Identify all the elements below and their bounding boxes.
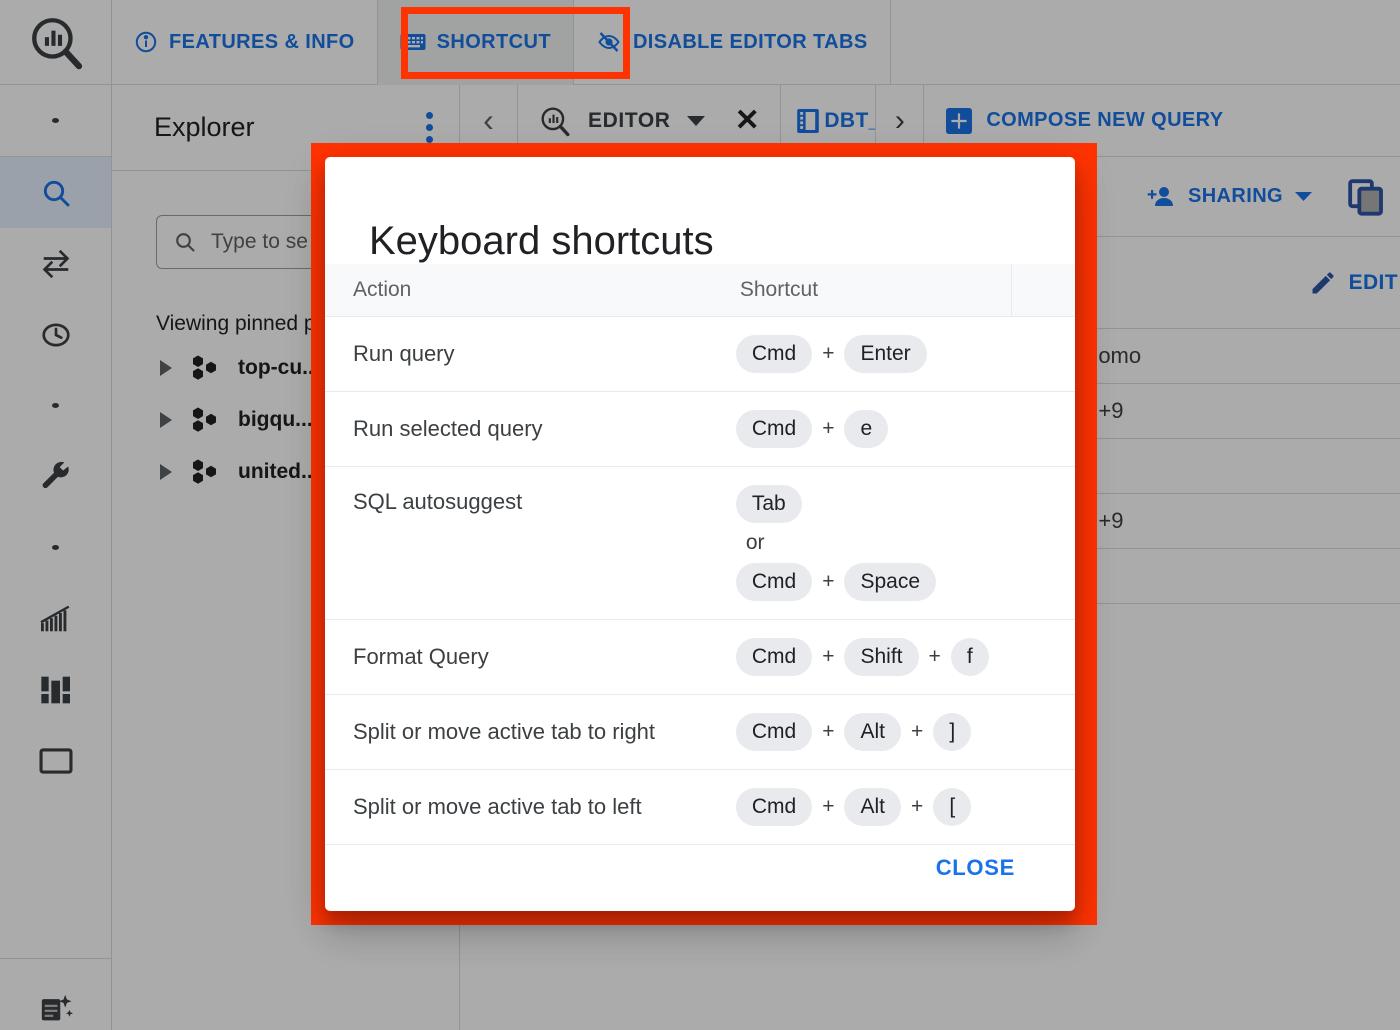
table-header-row: Action Shortcut [325,264,1075,317]
plus-separator: + [910,795,924,819]
plus-separator: + [822,341,835,365]
plus-separator: + [928,645,941,669]
key-chip: e [844,409,889,448]
key-chip: Alt [844,788,901,827]
plus-separator: + [910,720,924,744]
table-row: Split or move active tab to left Cmd + A… [325,769,1075,846]
key-chip: Alt [844,713,901,752]
key-combo: Tab [735,481,1075,527]
key-chip: Cmd [735,562,813,602]
dialog-actions: CLOSE [325,845,1075,935]
shortcut-cell: Cmd + Alt + [ [711,769,1075,846]
key-chip: Cmd [735,409,813,448]
key-chip: Cmd [735,788,813,827]
key-combo: Cmd + Enter [735,331,1075,377]
column-header-blank [1011,264,1075,317]
key-chip: f [950,638,989,677]
key-chip: Cmd [735,334,813,373]
action-label: Split or move active tab to right [325,694,712,771]
plus-separator: + [822,720,835,744]
key-chip: Cmd [735,713,813,752]
plus-separator: + [822,795,835,819]
table-row: SQL autosuggest Tab or Cmd + Space [325,466,1075,621]
key-chip: ] [933,713,972,752]
table-row: Run query Cmd + Enter [325,316,1075,392]
column-header-shortcut: Shortcut [711,264,1012,317]
key-chip: Space [844,562,937,602]
shortcut-cell: Cmd + Enter [711,316,1075,392]
key-chip: Cmd [735,638,813,677]
key-chip: Tab [735,484,802,523]
table-row: Split or move active tab to right Cmd + … [325,694,1075,771]
key-combo: Cmd + Alt + ] [735,709,1075,755]
keyboard-shortcuts-dialog: Keyboard shortcuts Action Shortcut Run q… [325,157,1075,911]
action-label: Run selected query [325,391,712,467]
app-root: FEATURES & INFO SHORTCUT DISABLE EDITOR … [0,0,1400,1030]
key-combo: Cmd + Space [735,559,1075,605]
key-combo: Cmd + Shift + f [735,634,1075,680]
key-chip: Shift [844,638,919,677]
action-label: SQL autosuggest [325,466,712,621]
key-chip: Enter [844,334,927,373]
dialog-title: Keyboard shortcuts [369,219,714,263]
shortcut-cell: Cmd + Alt + ] [711,694,1075,771]
or-separator: or [745,530,765,554]
close-button[interactable]: CLOSE [924,845,1027,891]
table-row: Format Query Cmd + Shift + f [325,619,1075,696]
action-label: Split or move active tab to left [325,769,712,846]
plus-separator: + [822,645,835,669]
plus-separator: + [822,569,835,593]
key-combo: Cmd + Alt + [ [735,784,1075,830]
shortcuts-table: Action Shortcut Run query Cmd + Enter Ru… [325,264,1075,846]
column-header-action: Action [325,264,712,317]
shortcut-cell: Cmd + Shift + f [711,619,1075,696]
action-label: Format Query [325,619,712,696]
key-chip: [ [933,788,972,827]
action-label: Run query [325,316,712,392]
key-combo: Cmd + e [735,406,1075,452]
plus-separator: + [822,416,835,440]
table-row: Run selected query Cmd + e [325,391,1075,467]
shortcut-cell: Tab or Cmd + Space [711,466,1075,621]
shortcut-cell: Cmd + e [711,391,1075,467]
